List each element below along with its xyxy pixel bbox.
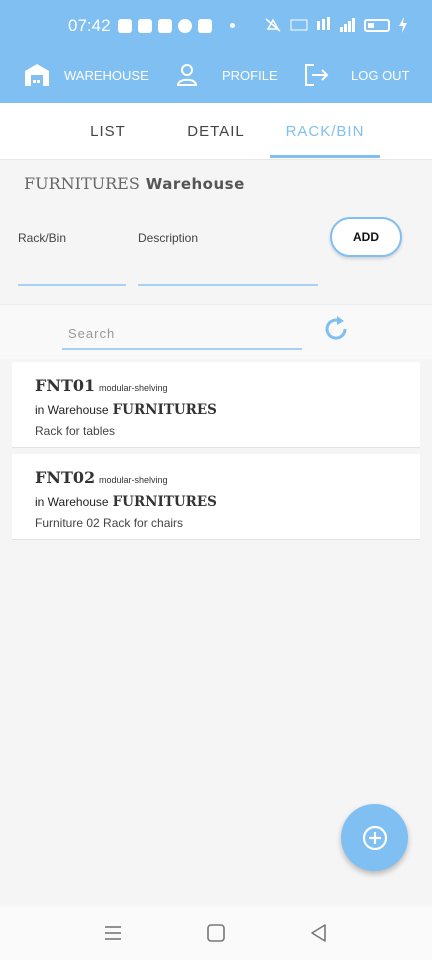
header-nav: WAREHOUSE PROFILE LOG OUT	[0, 52, 432, 98]
tab-rack-bin[interactable]: RACK/BIN	[270, 103, 380, 160]
location-app-icon	[138, 19, 152, 33]
rack-code: FNT02	[35, 468, 96, 487]
rack-code: FNT01	[35, 376, 96, 395]
logout-nav-button[interactable]: LOG OUT	[304, 52, 410, 98]
tool-app-icon	[158, 19, 172, 33]
system-status-icons	[264, 17, 408, 33]
tab-detail[interactable]: DETAIL	[176, 103, 256, 160]
chat-app-icon	[118, 19, 132, 33]
back-icon[interactable]	[308, 922, 330, 944]
warehouse-word: Warehouse	[145, 175, 245, 193]
signal-bars-icon	[340, 18, 355, 32]
rack-description: Furniture 02 Rack for chairs	[35, 516, 184, 530]
notification-icons	[118, 19, 212, 33]
home-app-icon	[198, 19, 212, 33]
status-bar: 07:42	[0, 0, 432, 52]
plus-circle-icon	[362, 825, 387, 850]
profile-icon	[176, 64, 198, 86]
mute-vibrate-icon	[265, 18, 281, 32]
profile-nav-label: PROFILE	[222, 67, 278, 83]
tab-bar: LIST DETAIL RACK/BIN	[0, 103, 432, 160]
warehouse-icon	[25, 64, 49, 86]
rack-warehouse-line: in Warehouse FURNITURES	[35, 494, 217, 510]
more-notifications-dot	[230, 23, 235, 28]
system-nav-bar	[0, 906, 432, 960]
rack-warehouse-line: in Warehouse FURNITURES	[35, 402, 217, 418]
in-warehouse-label: in Warehouse	[35, 403, 109, 417]
tab-list[interactable]: LIST	[68, 103, 148, 160]
rackbin-label: Rack/Bin	[18, 231, 67, 245]
list-item[interactable]: FNT02 modular-shelving in Warehouse FURNI…	[12, 454, 420, 540]
description-underline	[138, 284, 318, 286]
messenger-app-icon	[178, 19, 192, 33]
profile-nav-button[interactable]: PROFILE	[176, 52, 278, 98]
volte-icon	[290, 19, 308, 31]
home-icon[interactable]	[205, 922, 227, 944]
rackbin-underline	[18, 284, 126, 286]
app-header: 07:42 WAREHOUSE PROFILE LOG OUT	[0, 0, 432, 103]
charging-icon	[399, 17, 407, 33]
menu-icon[interactable]	[102, 922, 124, 944]
add-button[interactable]: ADD	[330, 217, 402, 257]
battery-icon	[364, 18, 390, 32]
search-input[interactable]	[62, 318, 302, 350]
warehouse-name: FURNITURES	[24, 174, 140, 193]
description-label: Description	[138, 231, 199, 245]
logout-nav-label: LOG OUT	[351, 67, 410, 83]
rack-type: modular-shelving	[99, 475, 168, 485]
logout-icon	[305, 64, 329, 86]
add-fab-button[interactable]	[341, 804, 408, 871]
list-item[interactable]: FNT01 modular-shelving in Warehouse FURNI…	[12, 362, 420, 448]
signal-4g-icon	[317, 17, 330, 30]
rack-type: modular-shelving	[99, 383, 168, 393]
refresh-icon[interactable]	[322, 315, 350, 343]
rack-warehouse-name: FURNITURES	[112, 402, 217, 418]
page-title: FURNITURES Warehouse	[24, 174, 245, 194]
warehouse-nav-button[interactable]: WAREHOUSE	[24, 52, 149, 98]
rackbin-input[interactable]	[18, 250, 126, 282]
warehouse-nav-label: WAREHOUSE	[64, 67, 149, 83]
description-input[interactable]	[138, 250, 318, 282]
rack-description: Rack for tables	[35, 424, 116, 438]
in-warehouse-label: in Warehouse	[35, 495, 109, 509]
status-time: 07:42	[68, 16, 111, 35]
rack-warehouse-name: FURNITURES	[112, 494, 217, 510]
active-tab-indicator	[270, 155, 380, 158]
